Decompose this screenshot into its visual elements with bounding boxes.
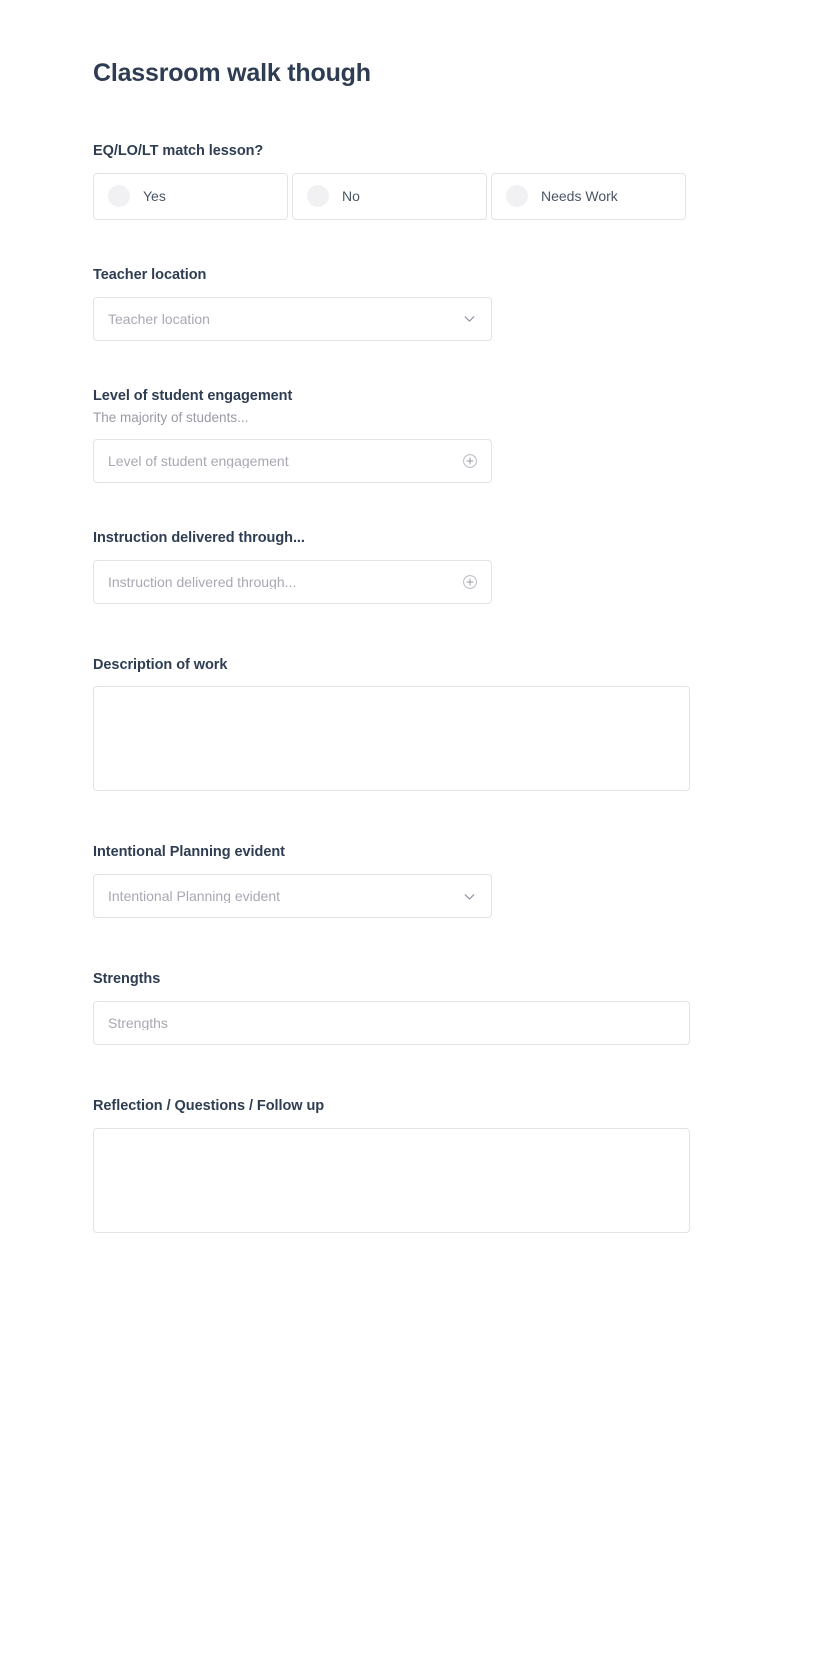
page-title: Classroom walk though (93, 59, 371, 87)
field-reflection-questions-follow-up: Reflection / Questions / Follow up (93, 1097, 693, 1233)
field-description-of-work: Description of work (93, 656, 693, 792)
form-page: Classroom walk though EQ/LO/LT match les… (0, 0, 840, 1680)
field-help-text: The majority of students... (93, 409, 249, 425)
radio-option-label: Yes (143, 188, 166, 205)
radio-option-label: No (342, 188, 360, 205)
radio-group-eq-lo-lt-match-lesson: Yes No Needs Work (93, 172, 693, 220)
instruction-delivered-through-select[interactable]: Instruction delivered through... (93, 559, 492, 604)
select-placeholder: Level of student engagement (108, 453, 289, 468)
field-eq-lo-lt-match-lesson: EQ/LO/LT match lesson? Yes No Needs Work (93, 142, 693, 220)
radio-circle-icon (108, 185, 130, 208)
field-label: Teacher location (93, 266, 207, 283)
radio-option-no[interactable]: No (292, 172, 487, 220)
field-label: Reflection / Questions / Follow up (93, 1098, 325, 1115)
reflection-questions-follow-up-textarea[interactable] (93, 1127, 690, 1233)
field-label: Level of student engagement (93, 387, 293, 404)
intentional-planning-evident-select[interactable]: Intentional Planning evident (93, 874, 492, 919)
teacher-location-select[interactable]: Teacher location (93, 296, 492, 341)
radio-option-needs-work[interactable]: Needs Work (491, 172, 686, 220)
select-placeholder: Teacher location (108, 311, 210, 326)
level-of-student-engagement-select[interactable]: Level of student engagement (93, 438, 492, 483)
field-label: EQ/LO/LT match lesson? (93, 143, 264, 159)
field-teacher-location: Teacher location Teacher location (93, 266, 693, 341)
field-intentional-planning-evident: Intentional Planning evident Intentional… (93, 843, 693, 919)
field-instruction-delivered-through: Instruction delivered through... Instruc… (93, 529, 693, 604)
form-container: Classroom walk though EQ/LO/LT match les… (93, 0, 693, 1233)
chevron-down-icon (461, 888, 478, 905)
chevron-down-icon (461, 310, 478, 327)
radio-option-yes[interactable]: Yes (93, 172, 288, 220)
field-label: Intentional Planning evident (93, 844, 285, 861)
radio-circle-icon (307, 185, 329, 208)
field-level-of-student-engagement: Level of student engagement The majority… (93, 387, 693, 483)
input-placeholder: Strengths (108, 1016, 168, 1031)
radio-circle-icon (506, 185, 528, 208)
description-of-work-textarea[interactable] (93, 686, 690, 792)
plus-circle-icon[interactable] (462, 453, 478, 469)
select-placeholder: Instruction delivered through... (108, 574, 297, 589)
field-strengths: Strengths Strengths (93, 970, 693, 1046)
radio-option-label: Needs Work (541, 188, 618, 205)
plus-circle-icon[interactable] (462, 574, 478, 590)
select-placeholder: Intentional Planning evident (108, 889, 281, 904)
strengths-input[interactable]: Strengths (93, 1001, 690, 1046)
field-label: Strengths (93, 971, 161, 988)
field-label: Description of work (93, 656, 228, 673)
field-label: Instruction delivered through... (93, 529, 305, 546)
